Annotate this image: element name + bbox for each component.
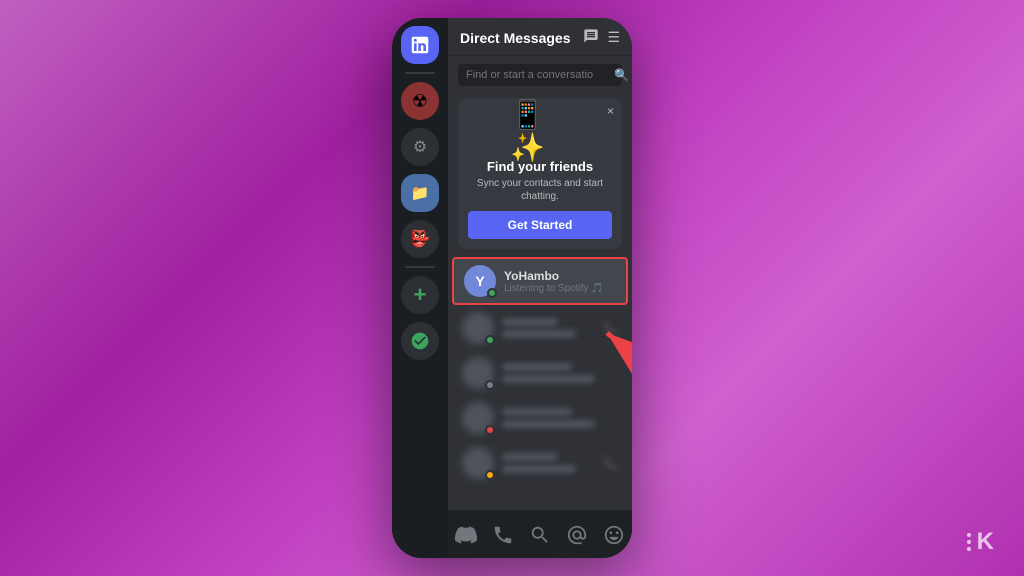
card-illustration-img: 📱✨ <box>510 108 570 153</box>
card-illustration: 📱✨ <box>468 108 612 153</box>
blurred-action-4: 📞 <box>603 456 618 470</box>
blurred-status-3 <box>502 420 595 428</box>
sidebar-item-server2[interactable]: ⚙ <box>401 128 439 166</box>
status-dot-2 <box>485 380 495 390</box>
phone-container: ☢ ⚙ 📁 👺 + Direct Messages <box>392 18 632 558</box>
get-started-button[interactable]: Get Started <box>468 211 612 239</box>
blurred-status-1 <box>502 330 576 338</box>
blurred-info-2 <box>502 363 618 383</box>
search-input[interactable] <box>466 69 608 81</box>
new-dm-icon[interactable] <box>583 28 599 47</box>
watermark-dot-2 <box>967 540 971 544</box>
server-sidebar: ☢ ⚙ 📁 👺 + <box>392 18 448 558</box>
sidebar-item-home[interactable] <box>401 26 439 64</box>
blurred-status-2 <box>502 375 595 383</box>
blurred-name-2 <box>502 363 572 371</box>
dm-list: Y YoHambo Listening to Spotify 🎵 <box>448 257 632 510</box>
status-dot-4 <box>485 470 495 480</box>
search-icon: 🔍 <box>614 68 629 82</box>
blurred-info-4 <box>502 453 595 473</box>
watermark-letter: K <box>977 528 994 556</box>
find-friends-card: × 📱✨ Find your friends Sync your contact… <box>458 98 622 249</box>
find-friends-title: Find your friends <box>468 159 612 174</box>
blurred-info-3 <box>502 408 618 428</box>
blurred-name-3 <box>502 408 572 416</box>
server-divider-2 <box>405 266 435 268</box>
nav-icon-mention[interactable] <box>559 517 595 553</box>
dm-status-yohambo: Listening to Spotify 🎵 <box>504 283 616 294</box>
server-divider <box>405 72 435 74</box>
sidebar-item-server3[interactable]: 👺 <box>401 220 439 258</box>
watermark-dot-3 <box>967 547 971 551</box>
dm-info-yohambo: YoHambo Listening to Spotify 🎵 <box>504 269 616 294</box>
find-friends-subtitle: Sync your contacts and start chatting. <box>468 177 612 203</box>
nav-icon-phone[interactable] <box>485 517 521 553</box>
nav-icon-discord[interactable] <box>448 517 484 553</box>
blurred-status-4 <box>502 465 576 473</box>
dm-avatar-yohambo: Y <box>464 265 496 297</box>
close-button[interactable]: × <box>607 104 614 118</box>
blurred-dm-item-2 <box>452 351 628 395</box>
menu-icon[interactable]: ☰ <box>607 29 620 46</box>
nav-icon-search[interactable] <box>522 517 558 553</box>
dm-panel: Direct Messages ☰ 🔍 × 📱✨ <box>448 18 632 558</box>
dm-item-yohambo[interactable]: Y YoHambo Listening to Spotify 🎵 <box>452 257 628 305</box>
sidebar-item-add-server[interactable]: + <box>401 276 439 314</box>
dm-panel-title: Direct Messages <box>460 30 571 46</box>
watermark: K <box>967 528 994 556</box>
sidebar-item-discovery[interactable] <box>401 322 439 360</box>
dm-name-yohambo: YoHambo <box>504 269 616 283</box>
blurred-dm-item-3 <box>452 396 628 440</box>
dm-header: Direct Messages ☰ <box>448 18 632 56</box>
status-dot-1 <box>485 335 495 345</box>
bottom-nav <box>448 510 632 558</box>
blurred-name-4 <box>502 453 558 461</box>
watermark-dot-1 <box>967 533 971 537</box>
nav-icon-emoji[interactable] <box>596 517 632 553</box>
blurred-info-1 <box>502 318 595 338</box>
status-dot-3 <box>485 425 495 435</box>
blurred-dm-item-1: 📞 <box>452 306 628 350</box>
blurred-name-1 <box>502 318 558 326</box>
status-dot-online <box>487 288 497 298</box>
watermark-dots <box>967 533 971 551</box>
dm-header-icons: ☰ <box>583 28 620 47</box>
blurred-action-1: 📞 <box>603 321 618 335</box>
sidebar-item-server1[interactable]: ☢ <box>401 82 439 120</box>
search-bar[interactable]: 🔍 <box>458 64 622 86</box>
blurred-dm-item-4: 📞 <box>452 441 628 485</box>
sidebar-item-folder[interactable]: 📁 <box>401 174 439 212</box>
